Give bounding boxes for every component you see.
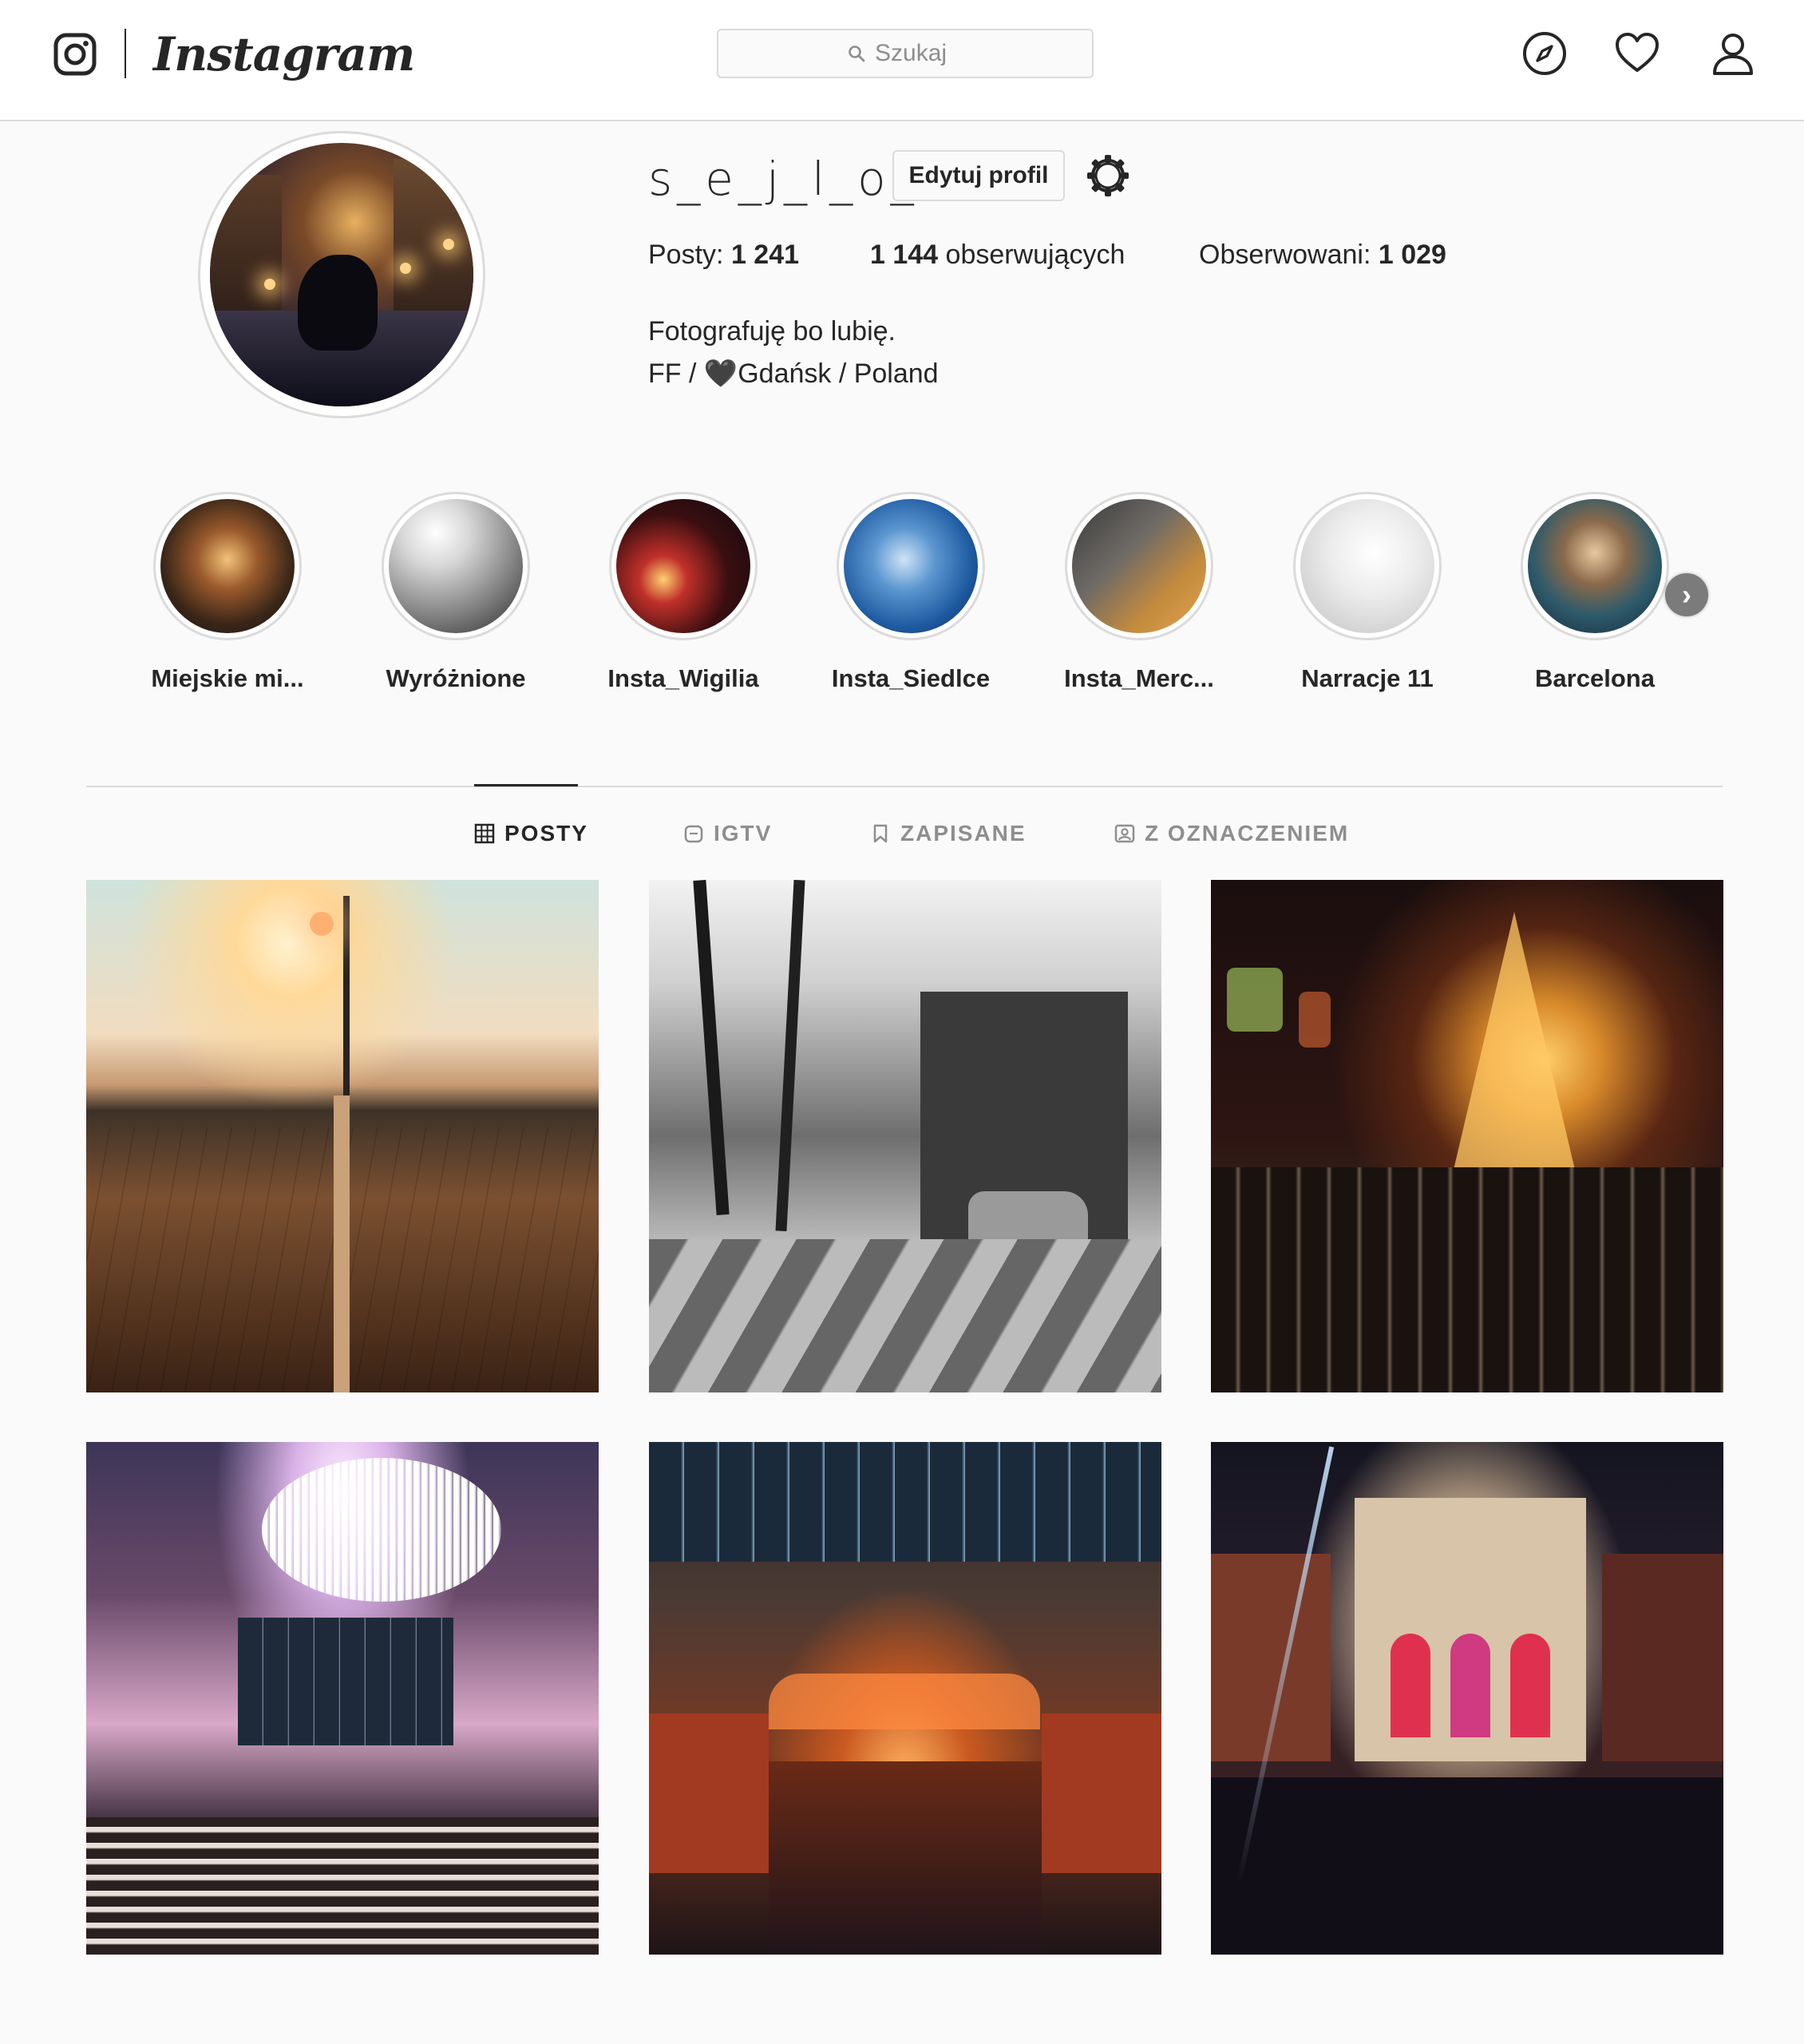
highlight-narracje-11[interactable]: Narracje 11 bbox=[1292, 492, 1443, 693]
post-mall-interior-lights[interactable] bbox=[86, 1442, 599, 1955]
highlight-cover bbox=[844, 499, 978, 633]
bookmark-icon bbox=[873, 824, 888, 843]
posts-value: 1 241 bbox=[730, 240, 800, 270]
highlight-insta-siedlce[interactable]: Insta_Siedlce bbox=[832, 492, 990, 693]
tab-tagged-label: Z OZNACZENIEM bbox=[1145, 821, 1350, 846]
following-count[interactable]: Obserwowani: 1 029 bbox=[1199, 240, 1446, 271]
highlight-insta-wigilia[interactable]: Insta_Wigilia bbox=[607, 492, 759, 693]
highlight-wyroznione[interactable]: Wyróżnione bbox=[380, 492, 532, 693]
igtv-icon bbox=[684, 825, 703, 843]
highlight-label: Insta_Merc... bbox=[1064, 664, 1214, 692]
bio-line-1: Fotografuję bo lubię. bbox=[648, 316, 896, 347]
heart-activity-icon[interactable] bbox=[1614, 30, 1660, 77]
tagged-icon bbox=[1114, 824, 1135, 843]
tab-igtv-label: IGTV bbox=[714, 821, 773, 846]
post-artus-court-night[interactable] bbox=[1211, 1442, 1723, 1955]
profile-person-icon[interactable] bbox=[1710, 30, 1756, 77]
instagram-camera-icon[interactable] bbox=[53, 32, 97, 77]
tab-posts-label: POSTY bbox=[504, 821, 588, 846]
post-mall-canal-decorations[interactable] bbox=[649, 1442, 1161, 1955]
settings-gear-icon[interactable] bbox=[1084, 152, 1132, 200]
highlight-cover bbox=[1528, 499, 1662, 633]
active-tab-indicator bbox=[474, 784, 578, 786]
highlight-cover bbox=[160, 499, 295, 633]
search-input[interactable] bbox=[875, 40, 963, 67]
highlights-next-arrow-icon[interactable]: › bbox=[1665, 573, 1708, 616]
tabs-divider bbox=[86, 786, 1723, 787]
post-bw-trees-street[interactable] bbox=[649, 880, 1161, 1392]
highlight-label: Miejskie mi... bbox=[151, 664, 304, 692]
highlight-label: Insta_Siedlce bbox=[831, 664, 991, 692]
search-icon bbox=[849, 46, 865, 62]
highlight-insta-merc[interactable]: Insta_Merc... bbox=[1063, 492, 1215, 693]
tab-posts[interactable]: POSTY bbox=[474, 818, 588, 850]
instagram-wordmark[interactable]: Instagram bbox=[153, 22, 415, 86]
highlight-label: Barcelona bbox=[1535, 664, 1655, 692]
highlight-barcelona[interactable]: Barcelona bbox=[1519, 492, 1671, 693]
highlight-label: Insta_Wigilia bbox=[607, 664, 759, 692]
followers-count[interactable]: 1 144 obserwujących bbox=[870, 240, 1125, 271]
logo-divider bbox=[125, 29, 126, 78]
grid-icon bbox=[474, 823, 495, 844]
post-pier-lamp[interactable] bbox=[86, 880, 599, 1392]
tab-saved[interactable]: ZAPISANE bbox=[870, 818, 1027, 850]
compass-explore-icon[interactable] bbox=[1521, 30, 1568, 77]
profile-avatar-image bbox=[210, 143, 473, 406]
tab-igtv[interactable]: IGTV bbox=[683, 818, 772, 850]
highlight-cover bbox=[1300, 499, 1434, 633]
highlight-cover bbox=[389, 499, 523, 633]
edit-profile-button[interactable]: Edytuj profil bbox=[892, 150, 1065, 201]
posts-label: Posty: bbox=[648, 240, 724, 270]
highlight-cover bbox=[1072, 499, 1206, 633]
tab-saved-label: ZAPISANE bbox=[900, 821, 1027, 846]
bio-line-2: FF / 🖤Gdańsk / Poland bbox=[648, 358, 939, 389]
post-christmas-tree-bokeh[interactable] bbox=[1211, 880, 1723, 1392]
top-nav-bar: Instagram bbox=[0, 0, 1804, 121]
highlight-miejskie[interactable]: Miejskie mi... bbox=[151, 492, 304, 693]
following-label: Obserwowani: bbox=[1199, 240, 1371, 270]
highlight-label: Wyróżnione bbox=[386, 664, 526, 692]
search-box[interactable] bbox=[717, 29, 1094, 78]
highlight-cover bbox=[616, 499, 750, 633]
profile-avatar[interactable] bbox=[198, 131, 485, 418]
highlight-label: Narracje 11 bbox=[1301, 664, 1434, 692]
followers-value: 1 144 bbox=[870, 240, 939, 270]
tab-tagged[interactable]: Z OZNACZENIEM bbox=[1114, 818, 1349, 850]
posts-count: Posty: 1 241 bbox=[648, 240, 799, 271]
followers-label: obserwujących bbox=[945, 240, 1126, 270]
following-value: 1 029 bbox=[1378, 240, 1446, 270]
